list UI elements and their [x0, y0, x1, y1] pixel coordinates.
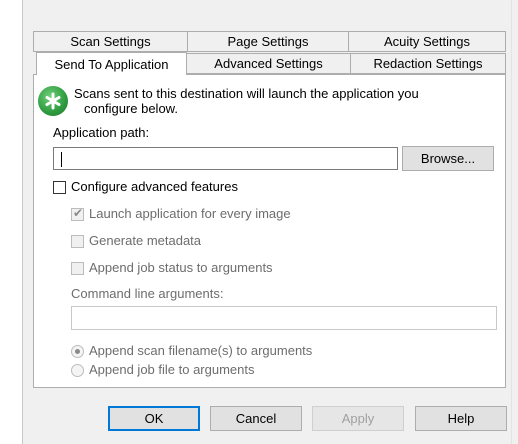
- browse-button[interactable]: Browse...: [402, 146, 494, 171]
- checkmark-icon: ✔: [73, 206, 84, 220]
- radio-selected-dot: [75, 349, 80, 354]
- application-path-input[interactable]: [53, 147, 398, 170]
- append-scan-filenames-radio[interactable]: [71, 345, 84, 358]
- generate-metadata-label: Generate metadata: [89, 233, 202, 248]
- tab-panel-send-to-application: [33, 74, 506, 388]
- help-button[interactable]: Help: [415, 406, 507, 431]
- green-star-icon: [38, 86, 68, 116]
- tab-acuity-settings[interactable]: Acuity Settings: [348, 31, 506, 52]
- tab-send-to-application[interactable]: Send To Application: [36, 52, 187, 75]
- append-job-file-label: Append job file to arguments: [89, 362, 255, 377]
- tab-page-settings[interactable]: Page Settings: [187, 31, 349, 52]
- generate-metadata-checkbox[interactable]: [71, 235, 84, 248]
- application-path-label: Application path:: [53, 125, 150, 140]
- ok-button[interactable]: OK: [108, 406, 200, 431]
- info-text-line1: Scans sent to this destination will laun…: [74, 86, 419, 101]
- launch-every-image-checkbox[interactable]: ✔: [71, 206, 84, 221]
- text-caret: [61, 152, 62, 167]
- cancel-button[interactable]: Cancel: [210, 406, 302, 431]
- configure-advanced-label[interactable]: Configure advanced features: [71, 179, 238, 194]
- append-job-status-label: Append job status to arguments: [89, 260, 273, 275]
- tab-scan-settings[interactable]: Scan Settings: [33, 31, 188, 52]
- append-job-file-radio[interactable]: [71, 364, 84, 377]
- configure-advanced-checkbox[interactable]: [53, 181, 66, 194]
- tab-advanced-settings[interactable]: Advanced Settings: [186, 53, 351, 74]
- append-job-status-checkbox[interactable]: [71, 262, 84, 275]
- dialog-left-border: [22, 0, 23, 444]
- tab-redaction-settings[interactable]: Redaction Settings: [350, 53, 506, 74]
- right-edge-line: [511, 0, 512, 444]
- command-line-label: Command line arguments:: [71, 286, 224, 301]
- info-text-line2: configure below.: [84, 101, 178, 116]
- append-scan-filenames-label: Append scan filename(s) to arguments: [89, 343, 313, 358]
- launch-every-image-label: Launch application for every image: [89, 206, 291, 221]
- command-line-input[interactable]: [71, 306, 497, 330]
- apply-button[interactable]: Apply: [312, 406, 404, 431]
